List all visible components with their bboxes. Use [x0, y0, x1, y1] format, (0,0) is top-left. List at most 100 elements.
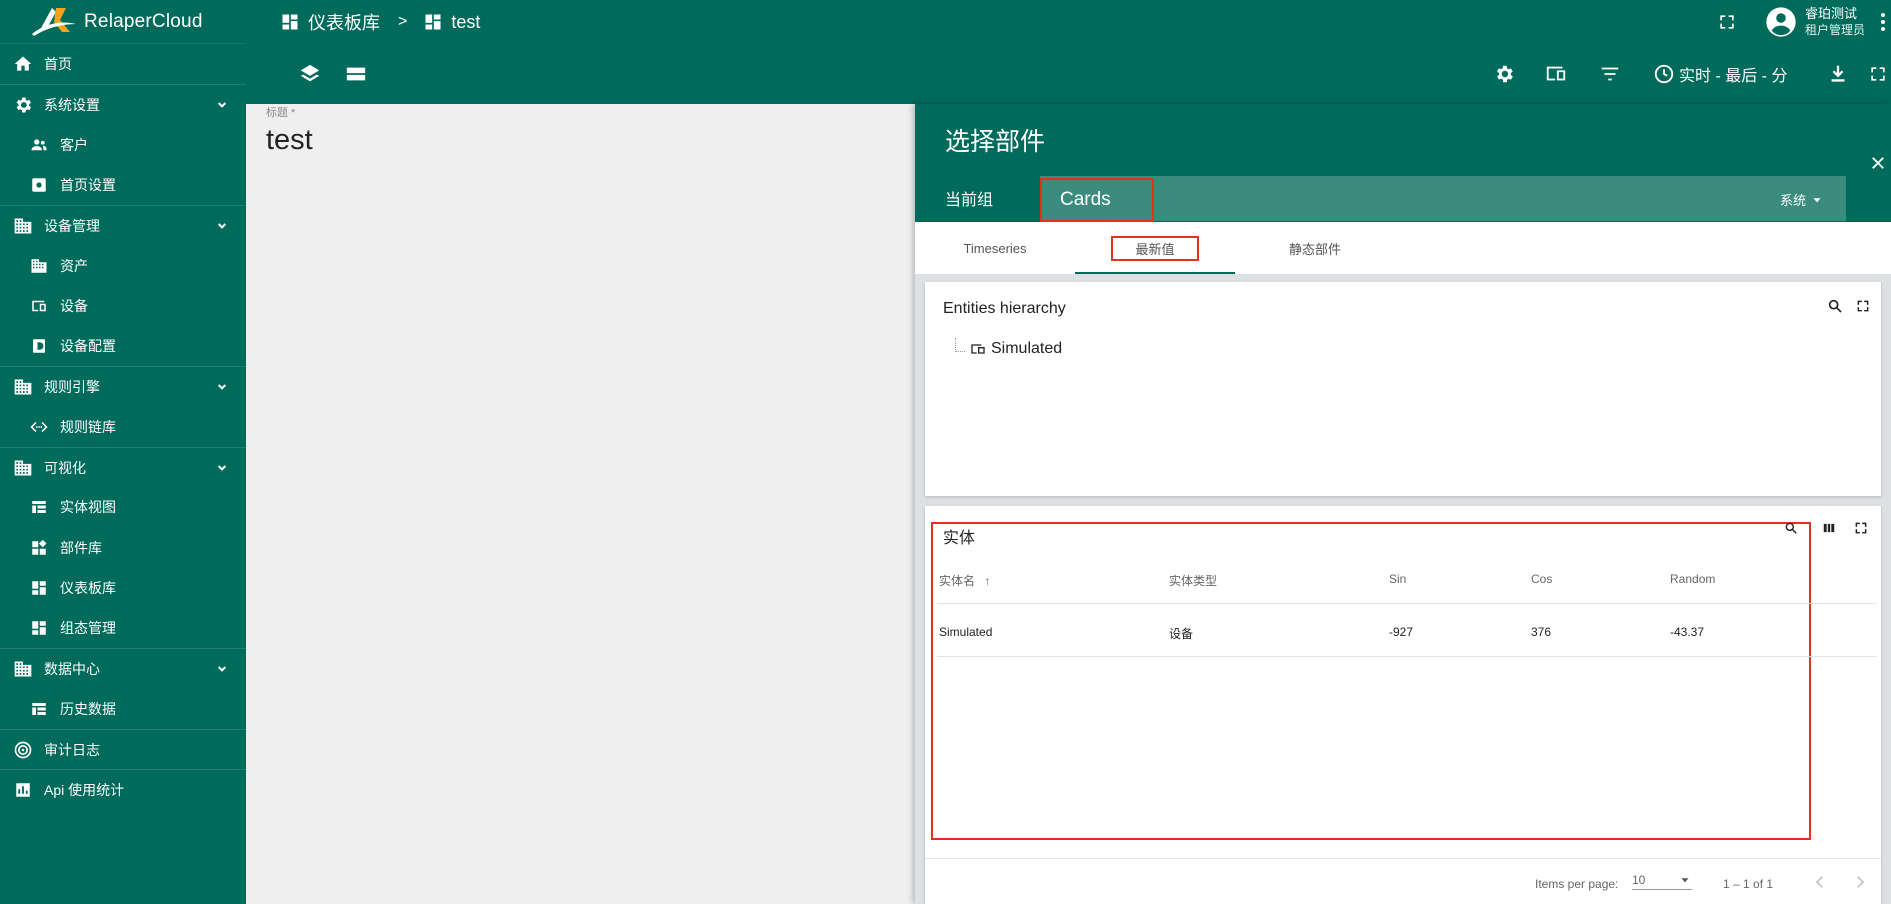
columns-button[interactable]	[1819, 518, 1839, 538]
fullscreen-button[interactable]	[1853, 296, 1873, 316]
cell-random: -43.37	[1670, 625, 1705, 639]
tab-static-widgets[interactable]: 静态部件	[1235, 222, 1395, 274]
sidebar-item-home-settings[interactable]: 首页设置	[0, 165, 246, 205]
dashboard-icon	[28, 577, 50, 599]
top-right-area: 睿珀测试 租户管理员	[1717, 0, 1891, 44]
more-vert-icon[interactable]	[1879, 11, 1887, 33]
fullscreen-button[interactable]	[1864, 60, 1891, 88]
chevron-down-icon[interactable]	[214, 218, 230, 234]
sidebar-item-api-usage[interactable]: Api 使用统计	[0, 769, 246, 809]
chevron-down-icon[interactable]	[214, 97, 230, 113]
gear-icon	[1497, 65, 1513, 83]
dashboard-icon	[425, 14, 441, 30]
sidebar-item-data-center[interactable]: 数据中心	[0, 648, 246, 688]
sidebar-item-configuration[interactable]: 组态管理	[0, 608, 246, 648]
sidebar-item-entity-views[interactable]: 实体视图	[0, 487, 246, 527]
search-icon	[1785, 522, 1797, 534]
bundle-scope-dropdown[interactable]: 系统	[1780, 190, 1824, 209]
entities-table-widget[interactable]: 实体 实体名 ↑ 实体类型 Sin Cos Random Simulated 设…	[925, 506, 1881, 904]
sidebar-item-device-management[interactable]: 设备管理	[0, 205, 246, 245]
breadcrumb-root[interactable]: 仪表板库	[280, 9, 380, 35]
code-icon	[28, 416, 50, 438]
sidebar-item-audit-logs[interactable]: 审计日志	[0, 729, 246, 769]
building-icon	[12, 457, 34, 479]
sidebar-item-system-settings[interactable]: 系统设置	[0, 84, 246, 124]
tab-timeseries[interactable]: Timeseries	[915, 222, 1075, 274]
settings-button[interactable]	[1490, 60, 1518, 88]
column-header-label: Sin	[1389, 572, 1407, 586]
fullscreen-button[interactable]	[1851, 518, 1871, 538]
entities-hierarchy-widget[interactable]: Entities hierarchy Simulated	[925, 282, 1881, 496]
row-divider	[937, 656, 1877, 657]
close-button[interactable]	[1865, 150, 1891, 176]
tab-latest-values[interactable]: 最新值	[1075, 222, 1235, 274]
tree-node[interactable]: Simulated	[969, 340, 1062, 358]
chevron-right-icon[interactable]	[1851, 873, 1869, 891]
fullscreen-icon	[1857, 300, 1869, 312]
chevron-left-icon[interactable]	[1811, 873, 1829, 891]
widget-type-tabs: Timeseries 最新值 静态部件	[915, 222, 1891, 274]
sidebar-item-home[interactable]: 首页	[0, 44, 246, 84]
close-icon	[1872, 157, 1884, 169]
export-button[interactable]	[1824, 60, 1852, 88]
page-size-select[interactable]: 10	[1632, 873, 1692, 890]
title-field[interactable]: test	[266, 124, 313, 157]
layers-button[interactable]	[296, 60, 324, 88]
clock-icon	[1654, 64, 1674, 84]
column-header-entity-name[interactable]: 实体名 ↑	[939, 572, 990, 589]
chevron-down-icon[interactable]	[214, 460, 230, 476]
sidebar-item-label: 部件库	[60, 539, 102, 556]
chevron-down-icon[interactable]	[214, 661, 230, 677]
widget-bundle-value: Cards	[1040, 178, 1154, 222]
sidebar-item-devices[interactable]: 设备	[0, 286, 246, 326]
timewindow-selector[interactable]: 实时 - 最后 - 分	[1653, 44, 1787, 104]
sidebar-item-assets[interactable]: 资产	[0, 245, 246, 285]
view-icon	[28, 496, 50, 518]
sidebar-item-label: Api 使用统计	[44, 781, 125, 798]
column-header-sin[interactable]: Sin	[1389, 572, 1406, 586]
sidebar-item-history-data[interactable]: 历史数据	[0, 689, 246, 729]
sidebar-item-widgets-library[interactable]: 部件库	[0, 528, 246, 568]
sidebar-item-device-profiles[interactable]: 设备配置	[0, 326, 246, 366]
sidebar-item-label: 历史数据	[60, 700, 116, 717]
sidebar-item-visualization[interactable]: 可视化	[0, 446, 246, 487]
items-per-page-label: Items per page:	[1535, 877, 1619, 891]
sidebar-item-dashboards[interactable]: 仪表板库	[0, 568, 246, 608]
filters-button[interactable]	[1596, 60, 1624, 88]
sidebar-item-label: 设备	[60, 297, 88, 314]
sidebar-item-customers[interactable]: 客户	[0, 125, 246, 165]
entity-aliases-button[interactable]	[1542, 60, 1570, 88]
tab-label: 静态部件	[1288, 241, 1341, 257]
breadcrumb-separator: >	[398, 13, 408, 30]
sidebar-item-label: 设备管理	[44, 217, 100, 234]
select-widget-panel: 选择部件 当前组 Cards 系统 Timeseries 最新值 静态部件 En…	[915, 104, 1891, 904]
download-icon	[1831, 65, 1845, 82]
cell-sin: -927	[1389, 625, 1414, 639]
breadcrumb-root-label: 仪表板库	[308, 13, 380, 33]
sidebar-item-rule-chains[interactable]: 规则链库	[0, 407, 246, 447]
fullscreen-icon[interactable]	[1717, 12, 1737, 32]
breadcrumb-current: test	[423, 12, 480, 33]
sidebar: RelaperCloud 首页 系统设置 客户 首页设置 设备管理 资产 设备 …	[0, 0, 246, 904]
user-menu[interactable]: 睿珀测试 租户管理员	[1765, 6, 1865, 38]
search-button[interactable]	[1781, 518, 1801, 538]
dashboard-canvas: 标题 * test	[246, 104, 915, 904]
sidebar-item-rule-engine[interactable]: 规则引擎	[0, 366, 246, 406]
cell-cos: 376	[1531, 625, 1552, 639]
top-bar: 仪表板库 > test 睿珀测试 租户管理员	[246, 0, 1891, 44]
column-header-random[interactable]: Random	[1670, 572, 1715, 586]
column-header-cos[interactable]: Cos	[1531, 572, 1552, 586]
chevron-down-icon[interactable]	[214, 379, 230, 395]
dashboard-icon	[282, 14, 298, 30]
layout-icon	[346, 67, 366, 81]
widget-bundle-select[interactable]: Cards 系统	[1040, 176, 1846, 222]
search-icon	[1828, 299, 1842, 313]
page-size-value: 10	[1632, 873, 1646, 887]
search-button[interactable]	[1825, 296, 1845, 316]
logo[interactable]: RelaperCloud	[0, 0, 246, 44]
layout-button[interactable]	[342, 60, 370, 88]
building-icon	[12, 376, 34, 398]
column-header-entity-type[interactable]: 实体类型	[1169, 572, 1217, 589]
view-column-icon	[1823, 523, 1835, 533]
user-role: 租户管理员	[1804, 23, 1865, 37]
